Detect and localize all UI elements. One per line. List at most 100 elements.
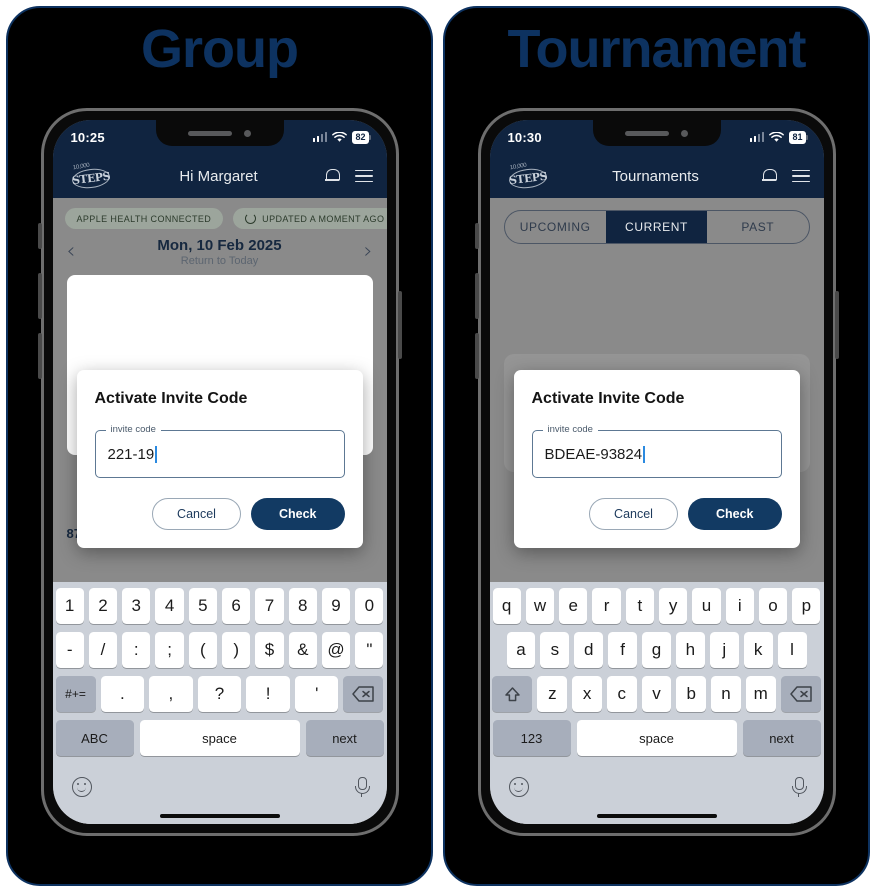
key[interactable]: : (122, 632, 151, 668)
panel-group: Group 10:25 82 10,000 STEPS Hi Margaret … (6, 6, 433, 886)
key[interactable]: . (100, 676, 145, 712)
key[interactable]: $ (255, 632, 284, 668)
phone-power-button (834, 291, 839, 359)
symbols-toggle-key[interactable]: #+= (55, 676, 96, 712)
chevron-right-icon[interactable]: › (364, 241, 373, 263)
key[interactable]: 0 (355, 588, 384, 624)
key[interactable]: ' (294, 676, 339, 712)
key[interactable]: / (88, 632, 118, 668)
comparison-stage: Group 10:25 82 10,000 STEPS Hi Margaret … (0, 0, 876, 892)
tab-past[interactable]: PAST (707, 211, 808, 243)
check-button[interactable]: Check (250, 498, 345, 530)
return-to-today-link[interactable]: Return to Today (157, 255, 281, 267)
numeric-toggle-key[interactable]: 123 (492, 720, 571, 756)
keyboard-row-2: - / : ; ( ) $ & @ " (55, 632, 384, 668)
microphone-icon[interactable] (354, 777, 370, 797)
key[interactable]: , (149, 676, 193, 712)
space-key[interactable]: space (576, 720, 737, 756)
key[interactable]: ( (188, 632, 217, 668)
key[interactable]: " (355, 632, 384, 668)
front-camera (681, 129, 688, 137)
cellular-signal-icon (749, 132, 765, 142)
key[interactable]: 8 (288, 588, 317, 624)
key[interactable]: 9 (321, 588, 351, 624)
key[interactable]: & (288, 632, 317, 668)
key[interactable]: q (492, 588, 521, 624)
wifi-icon (332, 131, 348, 142)
key[interactable]: o (758, 588, 788, 624)
check-button[interactable]: Check (687, 498, 782, 530)
next-key[interactable]: next (305, 720, 384, 756)
bell-icon[interactable] (324, 168, 340, 184)
onscreen-keyboard-qwerty: q w e r t y u i o p a s d f g h j k l z … (489, 582, 824, 824)
emoji-icon[interactable] (71, 777, 92, 797)
key[interactable]: z (537, 676, 568, 712)
key[interactable]: h (675, 632, 705, 668)
key[interactable]: w (525, 588, 555, 624)
chevron-left-icon[interactable]: ‹ (67, 241, 76, 263)
notch (155, 120, 284, 146)
tab-current[interactable]: CURRENT (605, 211, 708, 243)
key[interactable]: ! (246, 676, 290, 712)
key[interactable]: c (606, 676, 637, 712)
key[interactable]: p (792, 588, 821, 624)
emoji-icon[interactable] (508, 777, 529, 797)
key[interactable]: 1 (55, 588, 84, 624)
space-key[interactable]: space (139, 720, 300, 756)
key[interactable]: 6 (222, 588, 251, 624)
key[interactable]: n (711, 676, 741, 712)
cancel-button[interactable]: Cancel (589, 498, 678, 530)
tab-upcoming[interactable]: UPCOMING (505, 211, 606, 243)
key[interactable]: 3 (122, 588, 151, 624)
invite-code-input[interactable]: invite code 221-19 (94, 424, 345, 478)
home-indicator (55, 808, 384, 824)
status-bar: 10:30 81 (489, 120, 824, 154)
key[interactable]: u (692, 588, 721, 624)
app-content-group: APPLE HEALTH CONNECTED UPDATED A MOMENT … (52, 198, 387, 582)
key[interactable]: a (506, 632, 536, 668)
invite-code-value: 221-19 (107, 445, 155, 463)
key[interactable]: 2 (88, 588, 118, 624)
key[interactable]: r (592, 588, 621, 624)
dialog-actions: Cancel Check (532, 498, 782, 530)
cancel-button[interactable]: Cancel (152, 498, 241, 530)
alpha-toggle-key[interactable]: ABC (55, 720, 134, 756)
tournament-tabs-wrap: UPCOMING CURRENT PAST (490, 198, 824, 244)
key[interactable]: m (745, 676, 776, 712)
key[interactable]: y (659, 588, 688, 624)
app-logo-icon: 10,000 STEPS (504, 163, 550, 191)
key[interactable]: l (777, 632, 807, 668)
key[interactable]: t (625, 588, 654, 624)
dialog-title: Activate Invite Code (94, 390, 248, 407)
key[interactable]: e (559, 588, 588, 624)
key[interactable]: x (572, 676, 602, 712)
status-clock: 10:30 (507, 129, 542, 145)
backspace-icon[interactable] (343, 676, 384, 712)
microphone-icon[interactable] (791, 777, 807, 797)
key[interactable]: b (676, 676, 707, 712)
key[interactable]: 5 (188, 588, 217, 624)
backspace-icon[interactable] (780, 676, 821, 712)
hamburger-menu-icon[interactable] (354, 169, 373, 183)
key[interactable]: ? (197, 676, 242, 712)
bell-icon[interactable] (761, 168, 777, 184)
hamburger-menu-icon[interactable] (791, 169, 810, 183)
key[interactable]: s (540, 632, 570, 668)
key[interactable]: d (574, 632, 604, 668)
key[interactable]: g (642, 632, 671, 668)
invite-code-input[interactable]: invite code BDEAE-93824 (531, 424, 782, 478)
key[interactable]: ; (155, 632, 184, 668)
key[interactable]: v (641, 676, 672, 712)
key[interactable]: - (55, 632, 84, 668)
key[interactable]: 7 (255, 588, 284, 624)
key[interactable]: j (709, 632, 739, 668)
key[interactable]: f (608, 632, 638, 668)
next-key[interactable]: next (742, 720, 821, 756)
key[interactable]: k (743, 632, 773, 668)
key[interactable]: 4 (155, 588, 184, 624)
key[interactable]: i (725, 588, 754, 624)
phone-mockup-group: 10:25 82 10,000 STEPS Hi Margaret APPLE … (37, 108, 402, 836)
key[interactable]: @ (321, 632, 351, 668)
key[interactable]: ) (222, 632, 251, 668)
shift-icon[interactable] (492, 676, 533, 712)
